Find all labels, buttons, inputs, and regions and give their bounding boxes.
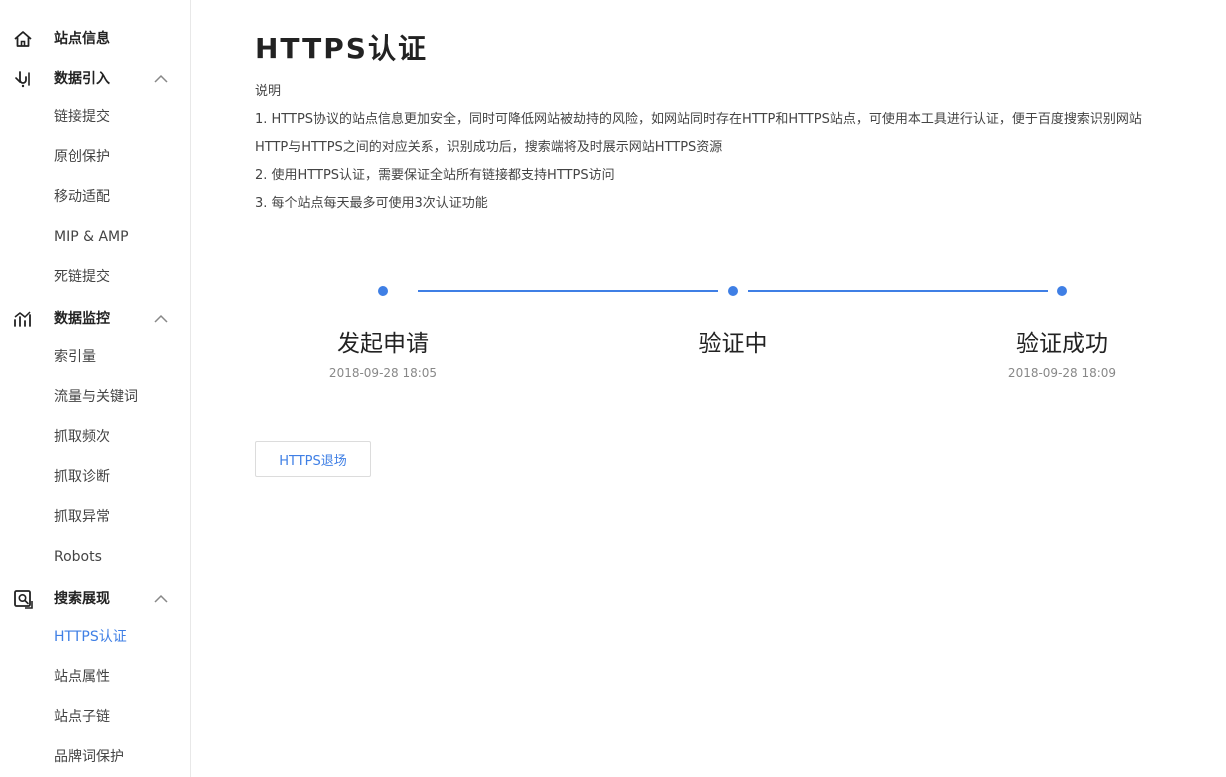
step-label: 验证成功 [1016,331,1108,357]
description-line: HTTP与HTTPS之间的对应关系，识别成功后，搜索端将及时展示网站HTTPS资… [255,140,723,155]
sidebar-group-label: 数据监控 [54,311,110,327]
step-dot [728,286,738,296]
sidebar-item-index-volume[interactable]: 索引量 [0,342,190,372]
chevron-up-icon[interactable] [153,313,169,325]
step-time: 2018-09-28 18:09 [1007,366,1117,380]
page-title: HTTPS认证 [255,32,428,65]
data-monitor-icon [14,311,31,327]
chevron-up-icon[interactable] [153,593,169,605]
sidebar-item-dead-link-submit[interactable]: 死链提交 [0,262,190,292]
sidebar-item-site-attributes[interactable]: 站点属性 [0,662,190,692]
sidebar-item-mip-amp[interactable]: MIP & AMP [0,222,190,252]
sidebar-item-site-info[interactable]: 站点信息 [0,24,190,54]
sidebar-item-brand-protection[interactable]: 品牌词保护 [0,742,190,772]
description-heading: 说明 [255,84,282,99]
description-line: 2. 使用HTTPS认证，需要保证全站所有链接都支持HTTPS访问 [255,168,615,183]
step-label: 验证中 [698,331,768,357]
sidebar-item-original-protection[interactable]: 原创保护 [0,142,190,172]
sidebar-group-search-display[interactable]: 搜索展现 [0,584,190,614]
step-time: 2018-09-28 18:05 [328,366,438,380]
sidebar-item-robots[interactable]: Robots [0,542,190,572]
sidebar-item-site-sublinks[interactable]: 站点子链 [0,702,190,732]
description-line: 1. HTTPS协议的站点信息更加安全，同时可降低网站被劫持的风险，如网站同时存… [255,112,1142,127]
home-icon [14,31,32,47]
search-display-icon [14,590,33,609]
sidebar-group-label: 数据引入 [54,71,110,87]
sidebar: 站点信息 数据引入 链接提交 原创保护 移动适配 MIP & AMP 死链提交 … [0,0,191,777]
sidebar-item-https-auth[interactable]: HTTPS认证 [0,622,190,652]
sidebar-item-label: 站点信息 [54,31,110,47]
sidebar-item-crawl-frequency[interactable]: 抓取频次 [0,422,190,452]
sidebar-group-data-import[interactable]: 数据引入 [0,64,190,94]
sidebar-item-traffic-keywords[interactable]: 流量与关键词 [0,382,190,412]
step-label: 发起申请 [337,331,429,357]
step-dot [1057,286,1067,296]
step-connector [748,290,1048,292]
https-exit-button[interactable]: HTTPS退场 [255,441,371,477]
step-dot [378,286,388,296]
data-import-icon [15,71,30,88]
sidebar-item-link-submit[interactable]: 链接提交 [0,102,190,132]
step-connector [418,290,718,292]
sidebar-group-data-monitor[interactable]: 数据监控 [0,304,190,334]
sidebar-group-label: 搜索展现 [54,591,110,607]
sidebar-item-crawl-errors[interactable]: 抓取异常 [0,502,190,532]
sidebar-item-mobile-adapt[interactable]: 移动适配 [0,182,190,212]
chevron-up-icon[interactable] [153,73,169,85]
description-line: 3. 每个站点每天最多可使用3次认证功能 [255,196,488,211]
sidebar-item-crawl-diagnosis[interactable]: 抓取诊断 [0,462,190,492]
